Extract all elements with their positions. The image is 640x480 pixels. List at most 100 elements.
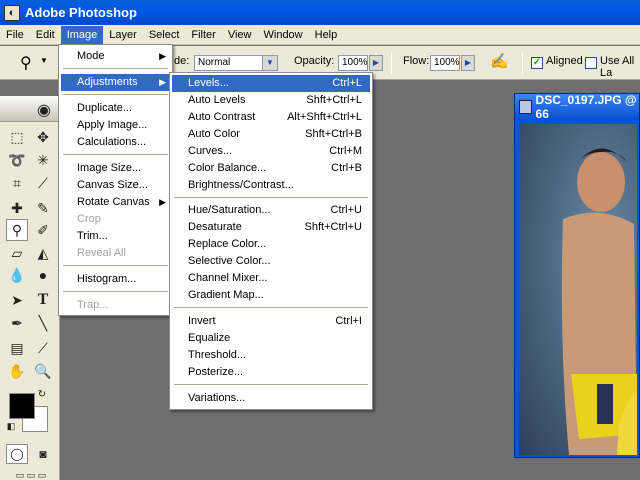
swap-colors-icon[interactable]: ↻ bbox=[36, 388, 48, 400]
slice-tool-icon[interactable]: ⟋ bbox=[32, 172, 54, 194]
adjustments-item-levels[interactable]: Levels... Ctrl+L bbox=[172, 75, 370, 92]
zoom-tool-icon[interactable]: 🔍 bbox=[32, 360, 54, 382]
adjustments-item-brightness-contrast[interactable]: Brightness/Contrast... bbox=[172, 177, 370, 194]
menu-separator bbox=[174, 197, 368, 198]
menu-item-label: Mode bbox=[77, 50, 105, 62]
adjustments-item-threshold[interactable]: Threshold... bbox=[172, 347, 370, 364]
adjustments-item-curves[interactable]: Curves... Ctrl+M bbox=[172, 143, 370, 160]
opacity-slider-arrow-icon[interactable]: ▶ bbox=[369, 55, 383, 71]
crop-tool-icon[interactable]: ⌗ bbox=[6, 172, 28, 194]
menu-edit[interactable]: Edit bbox=[30, 26, 61, 44]
adjustments-item-invert[interactable]: Invert Ctrl+I bbox=[172, 313, 370, 330]
menu-image[interactable]: Image bbox=[60, 25, 104, 44]
image-menu-item-apply-image[interactable]: Apply Image... bbox=[61, 117, 170, 134]
adjustments-item-equalize[interactable]: Equalize bbox=[172, 330, 370, 347]
menu-item-label: Equalize bbox=[188, 332, 231, 344]
default-colors-icon[interactable]: ◧ bbox=[5, 420, 17, 432]
menu-separator bbox=[63, 94, 168, 95]
document-title-bar[interactable]: DSC_0197.JPG @ 66 bbox=[515, 93, 639, 121]
image-menu-item-calculations[interactable]: Calculations... bbox=[61, 134, 170, 151]
image-menu-item-adjustments[interactable]: Adjustments ▶ bbox=[61, 74, 170, 91]
menu-item-shortcut: Shft+Ctrl+L bbox=[306, 94, 362, 106]
menu-file[interactable]: File bbox=[0, 26, 30, 44]
adjustments-item-selective-color[interactable]: Selective Color... bbox=[172, 253, 370, 270]
adjustments-item-color-balance[interactable]: Color Balance... Ctrl+B bbox=[172, 160, 370, 177]
marquee-tool-icon[interactable]: ⬚ bbox=[6, 126, 28, 148]
opacity-label: Opacity: bbox=[294, 55, 335, 67]
type-tool-icon[interactable]: T bbox=[32, 289, 54, 311]
aligned-checkbox[interactable]: ✓ bbox=[531, 57, 543, 69]
foreground-color-swatch[interactable] bbox=[9, 393, 35, 419]
menu-item-label: Rotate Canvas bbox=[77, 196, 150, 208]
adjustments-item-auto-levels[interactable]: Auto Levels Shft+Ctrl+L bbox=[172, 92, 370, 109]
options-separator bbox=[391, 52, 392, 74]
adjustments-item-channel-mixer[interactable]: Channel Mixer... bbox=[172, 270, 370, 287]
image-menu-item-mode[interactable]: Mode ▶ bbox=[61, 48, 170, 65]
adjustments-item-auto-contrast[interactable]: Auto Contrast Alt+Shft+Ctrl+L bbox=[172, 109, 370, 126]
menu-separator bbox=[63, 154, 168, 155]
lasso-tool-icon[interactable]: ➰ bbox=[6, 149, 28, 171]
menu-separator bbox=[174, 384, 368, 385]
hand-tool-icon[interactable]: ✋ bbox=[6, 360, 28, 382]
opacity-input[interactable]: 100% bbox=[338, 55, 368, 71]
menu-item-label: Auto Levels bbox=[188, 94, 246, 106]
document-title: DSC_0197.JPG @ 66 bbox=[535, 93, 637, 121]
adjustments-item-variations[interactable]: Variations... bbox=[172, 390, 370, 407]
image-menu-item-trim[interactable]: Trim... bbox=[61, 228, 170, 245]
adjustments-item-desaturate[interactable]: Desaturate Shft+Ctrl+U bbox=[172, 219, 370, 236]
clone-stamp-preset-icon[interactable]: ⚲ bbox=[20, 53, 32, 73]
magic-wand-tool-icon[interactable]: ✳ bbox=[32, 149, 54, 171]
menu-layer[interactable]: Layer bbox=[103, 26, 143, 44]
menu-item-label: Calculations... bbox=[77, 136, 147, 148]
menu-help[interactable]: Help bbox=[309, 26, 344, 44]
line-tool-icon[interactable]: ╲ bbox=[32, 312, 54, 334]
menu-item-label: Reveal All bbox=[77, 247, 126, 259]
brush-tool-icon[interactable]: ✎ bbox=[32, 197, 54, 219]
standard-mode-icon[interactable]: ◯ bbox=[6, 444, 28, 464]
dodge-tool-icon[interactable]: ● bbox=[32, 264, 54, 286]
menu-item-shortcut: Shft+Ctrl+U bbox=[304, 221, 362, 233]
menu-window[interactable]: Window bbox=[258, 26, 309, 44]
image-menu-item-canvas-size[interactable]: Canvas Size... bbox=[61, 177, 170, 194]
use-all-layers-checkbox[interactable] bbox=[585, 57, 597, 69]
clone-stamp-tool-icon[interactable]: ⚲ bbox=[6, 219, 28, 241]
menu-item-label: Variations... bbox=[188, 392, 246, 404]
flow-input[interactable]: 100% bbox=[430, 55, 460, 71]
eyedropper-tool-icon[interactable]: ⟋ bbox=[32, 337, 54, 359]
menu-item-label: Hue/Saturation... bbox=[188, 204, 271, 216]
image-menu-item-reveal-all: Reveal All bbox=[61, 245, 170, 262]
path-selection-tool-icon[interactable]: ➤ bbox=[6, 289, 28, 311]
quick-mask-mode-icon[interactable]: ◙ bbox=[32, 444, 54, 464]
menu-select[interactable]: Select bbox=[143, 26, 186, 44]
image-menu-item-image-size[interactable]: Image Size... bbox=[61, 160, 170, 177]
move-tool-icon[interactable]: ✥ bbox=[32, 126, 54, 148]
history-brush-tool-icon[interactable]: ✐ bbox=[32, 219, 54, 241]
notes-tool-icon[interactable]: ▤ bbox=[6, 337, 28, 359]
menu-filter[interactable]: Filter bbox=[185, 26, 221, 44]
menu-item-label: Threshold... bbox=[188, 349, 247, 361]
use-all-layers-label: Use All La bbox=[600, 55, 635, 79]
healing-brush-tool-icon[interactable]: ✚ bbox=[6, 197, 28, 219]
document-canvas[interactable] bbox=[519, 124, 637, 455]
image-menu-dropdown: Mode ▶ Adjustments ▶ Duplicate... Apply Im… bbox=[58, 44, 173, 316]
eraser-tool-icon[interactable]: ▱ bbox=[6, 242, 28, 264]
paint-bucket-tool-icon[interactable]: ◭ bbox=[32, 242, 54, 264]
blur-tool-icon[interactable]: 💧 bbox=[6, 264, 28, 286]
image-menu-item-histogram[interactable]: Histogram... bbox=[61, 271, 170, 288]
adjustments-item-replace-color[interactable]: Replace Color... bbox=[172, 236, 370, 253]
adjustments-item-posterize[interactable]: Posterize... bbox=[172, 364, 370, 381]
screen-mode-icons[interactable]: ▭ ▭ ▭ bbox=[6, 470, 56, 480]
menu-view[interactable]: View bbox=[222, 26, 258, 44]
menu-item-label: Image Size... bbox=[77, 162, 142, 174]
mode-dropdown-arrow-icon[interactable]: ▼ bbox=[262, 55, 278, 71]
adjustments-item-gradient-map[interactable]: Gradient Map... bbox=[172, 287, 370, 304]
flow-slider-arrow-icon[interactable]: ▶ bbox=[461, 55, 475, 71]
menu-item-shortcut: Ctrl+B bbox=[331, 162, 362, 174]
airbrush-icon[interactable]: ✍ bbox=[490, 52, 509, 70]
pen-tool-icon[interactable]: ✒ bbox=[6, 312, 28, 334]
image-menu-item-duplicate[interactable]: Duplicate... bbox=[61, 100, 170, 117]
adjustments-item-hue-saturation[interactable]: Hue/Saturation... Ctrl+U bbox=[172, 202, 370, 219]
preset-dropdown-arrow-icon[interactable]: ▼ bbox=[40, 56, 48, 65]
adjustments-item-auto-color[interactable]: Auto Color Shft+Ctrl+B bbox=[172, 126, 370, 143]
image-menu-item-rotate-canvas[interactable]: Rotate Canvas ▶ bbox=[61, 194, 170, 211]
